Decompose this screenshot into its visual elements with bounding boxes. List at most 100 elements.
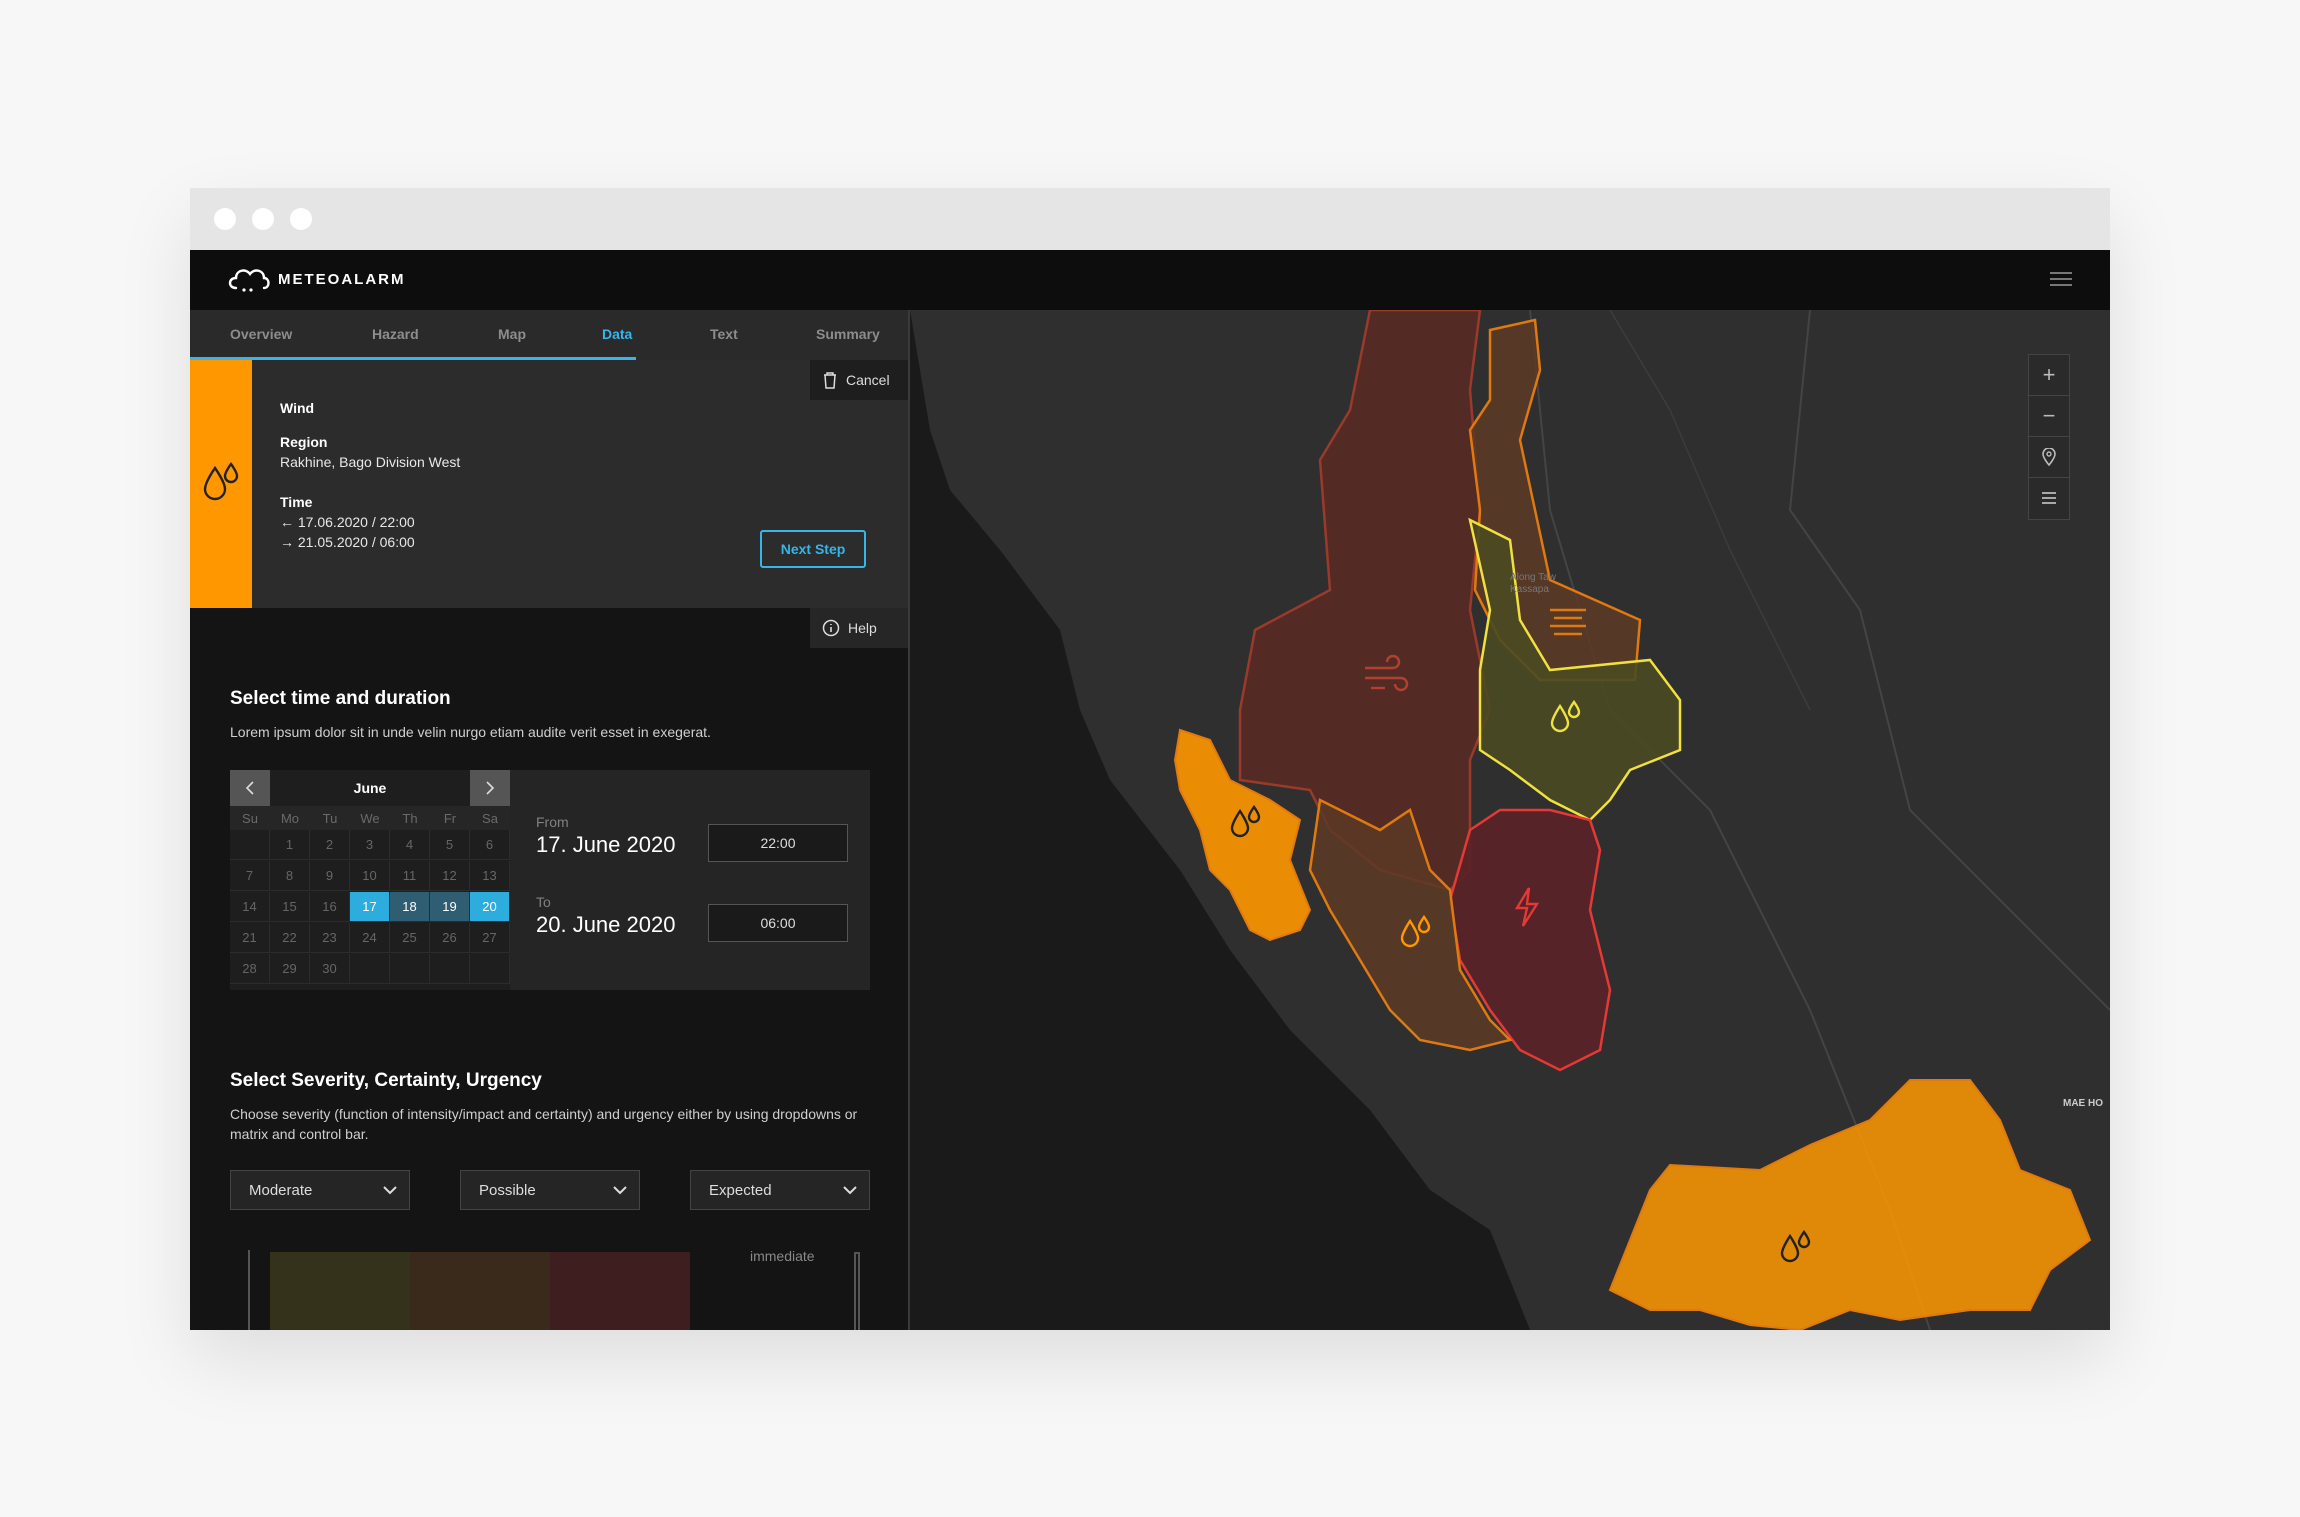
calendar-day[interactable]: 20	[470, 892, 510, 922]
to-label: To	[536, 894, 551, 910]
map-canvas	[910, 310, 2110, 1330]
calendar-empty-cell	[430, 954, 470, 984]
warning-summary-card: Wind Region Rakhine, Bago Division West …	[190, 360, 908, 608]
matrix-cell-minor[interactable]	[270, 1252, 410, 1330]
tab-overview[interactable]: Overview	[230, 326, 292, 342]
calendar-day[interactable]: 17	[350, 892, 390, 922]
tab-data[interactable]: Data	[602, 326, 632, 342]
calendar-empty-cell	[230, 830, 270, 860]
calendar-month: June	[353, 780, 387, 796]
region-sagaing[interactable]	[1468, 517, 1682, 822]
from-time-input[interactable]: 22:00	[708, 824, 848, 862]
help-button[interactable]: Help	[810, 608, 908, 648]
calendar-day[interactable]: 2	[310, 830, 350, 860]
region-tanintharyi[interactable]	[1608, 1079, 2092, 1330]
window-chrome	[190, 188, 2110, 250]
chevron-down-icon	[843, 1186, 857, 1195]
calendar-day[interactable]: 26	[430, 923, 470, 953]
cancel-button[interactable]: Cancel	[810, 360, 908, 400]
calendar-day[interactable]: 21	[230, 923, 270, 953]
calendar-day[interactable]: 4	[390, 830, 430, 860]
time-section-description: Lorem ipsum dolor sit in unde velin nurg…	[230, 724, 711, 740]
map-controls: + −	[2028, 354, 2070, 520]
time-to: → 21.05.2020 / 06:00	[280, 534, 415, 550]
calendar-day[interactable]: 5	[430, 830, 470, 860]
calendar-day[interactable]: 6	[470, 830, 510, 860]
calendar-empty-cell	[350, 954, 390, 984]
urgency-axis-label: immediate	[750, 1248, 815, 1264]
time-from: ← 17.06.2020 / 22:00	[280, 514, 415, 530]
tab-map[interactable]: Map	[498, 326, 526, 342]
logo[interactable]: METEOALARM	[226, 264, 406, 294]
calendar-day[interactable]: 7	[230, 861, 270, 891]
to-time-input[interactable]: 06:00	[708, 904, 848, 942]
tab-text[interactable]: Text	[710, 326, 738, 342]
menu-icon[interactable]	[2050, 272, 2072, 288]
certainty-dropdown[interactable]: Possible	[460, 1170, 640, 1210]
calendar-day[interactable]: 14	[230, 892, 270, 922]
calendar-day[interactable]: 8	[270, 861, 310, 891]
chevron-down-icon	[613, 1186, 627, 1195]
calendar-day[interactable]: 27	[470, 923, 510, 953]
region-rakhine[interactable]	[1238, 310, 1492, 892]
window-close-dot[interactable]	[214, 208, 236, 230]
layers-menu-icon[interactable]	[2029, 478, 2069, 518]
location-pin-icon[interactable]	[2029, 437, 2069, 478]
matrix-cell-moderate[interactable]	[410, 1252, 550, 1330]
rain-drops-icon	[203, 461, 239, 501]
tab-summary[interactable]: Summary	[816, 326, 880, 342]
severity-section-description: Choose severity (function of intensity/i…	[230, 1106, 858, 1142]
date-range-picker: June Su Mo Tu We Th Fr Sa 1 2 3 4 5 6 7 8 9 10 11 12 13 14 15…	[230, 770, 870, 990]
urgency-dropdown[interactable]: Expected	[690, 1170, 870, 1210]
calendar-day[interactable]: 9	[310, 861, 350, 891]
calendar-day[interactable]: 1	[270, 830, 310, 860]
window-maximize-dot[interactable]	[290, 208, 312, 230]
calendar-day[interactable]: 23	[310, 923, 350, 953]
calendar-day[interactable]: 28	[230, 954, 270, 984]
calendar-day[interactable]: 10	[350, 861, 390, 891]
calendar-weekday: Su	[230, 806, 270, 830]
calendar-empty-cell	[390, 954, 430, 984]
trash-icon	[824, 372, 836, 389]
next-month-button[interactable]	[470, 770, 510, 806]
severity-dropdown[interactable]: Moderate	[230, 1170, 410, 1210]
calendar-day[interactable]: 3	[350, 830, 390, 860]
calendar-day[interactable]: 13	[470, 861, 510, 891]
calendar-day[interactable]: 30	[310, 954, 350, 984]
certainty-value: Possible	[479, 1181, 536, 1199]
calendar-day[interactable]: 22	[270, 923, 310, 953]
calendar-weekday: We	[350, 806, 390, 830]
info-icon	[822, 619, 840, 637]
calendar-day[interactable]: 15	[270, 892, 310, 922]
help-label: Help	[848, 620, 877, 636]
severity-section-title: Select Severity, Certainty, Urgency	[230, 1070, 542, 1091]
app-name: METEOALARM	[278, 270, 406, 288]
window-minimize-dot[interactable]	[252, 208, 274, 230]
severity-strip	[190, 360, 252, 608]
zoom-in-icon[interactable]: +	[2029, 355, 2069, 396]
tab-hazard[interactable]: Hazard	[372, 326, 419, 342]
chevron-down-icon	[383, 1186, 397, 1195]
prev-month-button[interactable]	[230, 770, 270, 806]
calendar-day[interactable]: 29	[270, 954, 310, 984]
map-view[interactable]: Along Taw Kassapa MAE HO + −	[910, 310, 2110, 1330]
calendar-day[interactable]: 12	[430, 861, 470, 891]
calendar-day[interactable]: 19	[430, 892, 470, 922]
region-value: Rakhine, Bago Division West	[280, 454, 461, 470]
time-section-title: Select time and duration	[230, 688, 451, 709]
calendar-day[interactable]: 16	[310, 892, 350, 922]
calendar-day[interactable]: 25	[390, 923, 430, 953]
matrix-cell-severe[interactable]	[550, 1252, 690, 1330]
app-header: METEOALARM	[190, 250, 2110, 310]
hazard-type: Wind	[280, 400, 315, 416]
zoom-out-icon[interactable]: −	[2029, 396, 2069, 437]
calendar-day[interactable]: 24	[350, 923, 390, 953]
river-line	[1609, 310, 1811, 711]
cancel-label: Cancel	[846, 372, 890, 388]
urgency-control-bar[interactable]	[854, 1252, 860, 1330]
calendar-day[interactable]: 18	[390, 892, 430, 922]
calendar-day[interactable]: 11	[390, 861, 430, 891]
next-step-button[interactable]: Next Step	[760, 530, 866, 568]
step-tabs: Overview Hazard Map Data Text Summary	[190, 310, 908, 360]
calendar-empty-cell	[470, 954, 510, 984]
